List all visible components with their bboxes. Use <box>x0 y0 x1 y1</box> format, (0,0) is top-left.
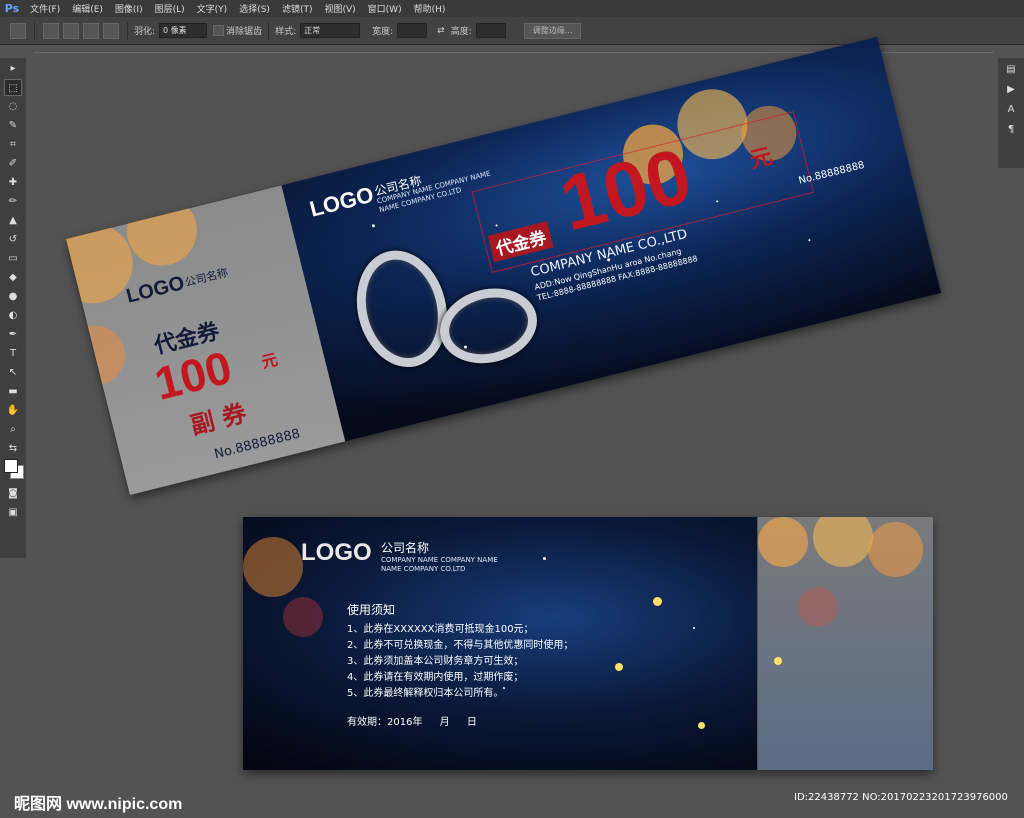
menu-type[interactable]: 文字(Y) <box>191 2 234 15</box>
validity-line: 有效期：2016年 月 日 <box>347 713 491 728</box>
stub-unit: 元 <box>259 351 280 373</box>
swap-colors-icon[interactable]: ⇆ <box>4 440 22 457</box>
paragraph-panel-icon[interactable]: ¶ <box>1002 121 1020 138</box>
app-logo: Ps <box>4 2 20 15</box>
panel-dock: ▤ ▶ A ¶ <box>998 58 1024 168</box>
back-company-en-1: COMPANY NAME COMPANY NAME <box>381 556 498 564</box>
pen-tool-icon[interactable]: ✒ <box>4 326 22 343</box>
antialias-label: 消除锯齿 <box>226 27 263 37</box>
zoom-tool-icon[interactable]: ⌕ <box>4 421 22 438</box>
back-logo: LOGO <box>301 539 372 566</box>
stub-company-name: 公司名称 <box>183 266 230 290</box>
history-panel-icon[interactable]: ▤ <box>1002 61 1020 78</box>
style-label: 样式: <box>275 27 297 37</box>
width-label: 宽度: <box>372 27 394 37</box>
width-input[interactable] <box>397 23 428 38</box>
antialias-checkbox[interactable] <box>213 25 225 36</box>
quick-select-tool-icon[interactable]: ✎ <box>4 117 22 134</box>
height-label: 高度: <box>450 27 472 37</box>
marquee-tool-icon[interactable]: ⬚ <box>4 79 22 96</box>
actions-panel-icon[interactable]: ▶ <box>1002 81 1020 98</box>
site-watermark: 昵图网 www.nipic.com <box>14 796 183 813</box>
character-panel-icon[interactable]: A <box>1002 101 1020 118</box>
intersect-selection-icon[interactable] <box>103 22 119 39</box>
coupon-back: LOGO 公司名称 COMPANY NAME COMPANY NAME NAME… <box>243 517 933 770</box>
path-select-tool-icon[interactable]: ↖ <box>4 364 22 381</box>
shape-tool-icon[interactable]: ▬ <box>4 383 22 400</box>
back-stub <box>757 517 933 770</box>
menu-window[interactable]: 窗口(W) <box>362 2 408 15</box>
height-input[interactable] <box>475 23 506 38</box>
bucket-tool-icon[interactable]: ◆ <box>4 269 22 286</box>
notice-title: 使用须知 <box>347 603 396 617</box>
brush-tool-icon[interactable]: ✏ <box>4 193 22 210</box>
validity-day: 日 <box>466 717 477 728</box>
validity-month: 月 <box>439 717 450 728</box>
back-company-en-2: NAME COMPANY CO.LTD <box>381 565 466 573</box>
feather-label: 羽化: <box>134 27 156 37</box>
menu-view[interactable]: 视图(V) <box>318 2 361 15</box>
type-tool-icon[interactable]: T <box>4 345 22 362</box>
crop-tool-icon[interactable]: ⌗ <box>4 136 22 153</box>
move-tool-icon[interactable]: ▸ <box>4 60 22 77</box>
blur-tool-icon[interactable]: ● <box>4 288 22 305</box>
menu-bar: Ps 文件(F) 编辑(E) 图像(I) 图层(L) 文字(Y) 选择(S) 滤… <box>0 0 1024 17</box>
image-id: ID:22438772 NO:20170223201723976000 <box>794 792 1008 803</box>
foreground-color-swatch[interactable] <box>4 459 18 473</box>
rule-item: 4、此券请在有效期内使用，过期作废； <box>347 672 524 683</box>
quick-mask-icon[interactable]: ◙ <box>4 485 22 502</box>
menu-filter[interactable]: 滤镜(T) <box>276 2 319 15</box>
menu-help[interactable]: 帮助(H) <box>408 2 452 15</box>
feather-input[interactable]: 0 像素 <box>159 23 208 38</box>
ring-left-image <box>344 240 459 377</box>
screen-mode-icon[interactable]: ▣ <box>4 504 22 521</box>
menu-select[interactable]: 选择(S) <box>233 2 276 15</box>
menu-edit[interactable]: 编辑(E) <box>66 2 109 15</box>
coupon-front: LOGO 公司名称 代金券 100 元 副 券 No.88888888 LOGO… <box>66 36 942 496</box>
menu-file[interactable]: 文件(F) <box>24 2 66 15</box>
history-brush-tool-icon[interactable]: ↺ <box>4 231 22 248</box>
rule-item: 2、此券不可兑换现金，不得与其他优惠同时使用； <box>347 640 574 651</box>
subtract-selection-icon[interactable] <box>83 22 99 39</box>
rules-list: 1、此券在XXXXXX消费可抵现金100元； 2、此券不可兑换现金，不得与其他优… <box>347 622 573 702</box>
menu-image[interactable]: 图像(I) <box>109 2 149 15</box>
style-select[interactable]: 正常 <box>300 23 361 38</box>
front-logo: LOGO <box>307 181 377 222</box>
front-stub: LOGO 公司名称 代金券 100 元 副 券 No.88888888 <box>66 185 346 496</box>
rule-item: 3、此券须加盖本公司财务章方可生效； <box>347 656 524 667</box>
stub-logo: LOGO <box>124 272 187 308</box>
new-selection-icon[interactable] <box>43 22 59 39</box>
menu-layer[interactable]: 图层(L) <box>149 2 191 15</box>
eraser-tool-icon[interactable]: ▭ <box>4 250 22 267</box>
dodge-tool-icon[interactable]: ◐ <box>4 307 22 324</box>
hand-tool-icon[interactable]: ✋ <box>4 402 22 419</box>
rule-item: 1、此券在XXXXXX消费可抵现金100元； <box>347 624 534 635</box>
refine-edge-button[interactable]: 调整边缘... <box>523 22 582 39</box>
lasso-tool-icon[interactable]: ◌ <box>4 98 22 115</box>
stamp-tool-icon[interactable]: ▲ <box>4 212 22 229</box>
rule-item: 5、此券最终解释权归本公司所有。 <box>347 688 504 699</box>
front-number: No.88888888 <box>797 159 866 187</box>
ring-right-image <box>432 278 545 374</box>
healing-tool-icon[interactable]: ✚ <box>4 174 22 191</box>
add-selection-icon[interactable] <box>63 22 79 39</box>
tools-panel: ▸ ⬚ ◌ ✎ ⌗ ✐ ✚ ✏ ▲ ↺ ▭ ◆ ● ◐ ✒ T ↖ ▬ ✋ ⌕ … <box>0 58 26 558</box>
back-company-name: 公司名称 <box>381 541 430 555</box>
marquee-preset-icon[interactable] <box>10 22 26 39</box>
validity-label: 有效期：2016年 <box>347 717 423 728</box>
color-swatches[interactable] <box>4 459 24 483</box>
eyedropper-tool-icon[interactable]: ✐ <box>4 155 22 172</box>
swap-icon[interactable]: ⇄ <box>437 26 445 36</box>
